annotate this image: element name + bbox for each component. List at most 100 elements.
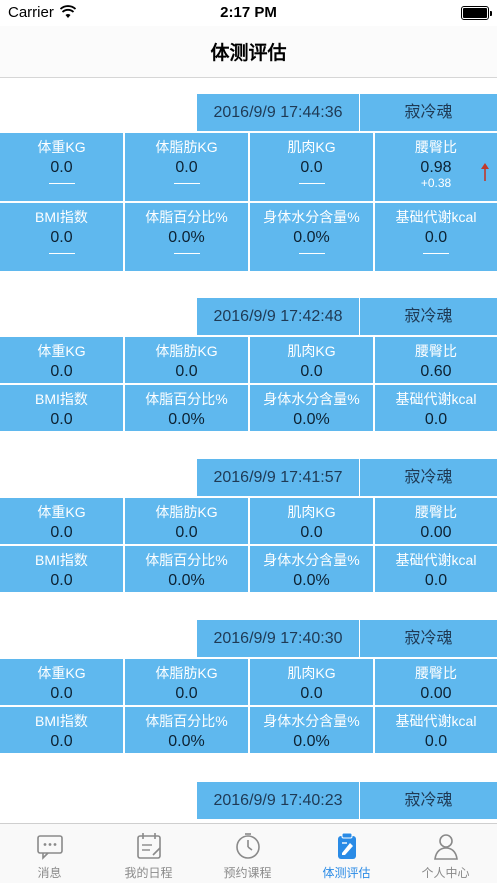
tab-label: 我的日程 — [124, 866, 173, 880]
bmi-value: 0.0 — [50, 572, 73, 589]
fat-pct-cell: 体脂百分比% 0.0% — [125, 385, 248, 431]
water-pct-cell: 身体水分含量% 0.0% — [250, 385, 373, 431]
body-fat-label: 体脂肪KG — [155, 665, 218, 681]
muscle-label: 肌肉KG — [287, 343, 336, 359]
navigation-bar: 体测评估 — [0, 26, 497, 78]
body-fat-cell: 体脂肪KG 0.0 — [125, 337, 248, 383]
weight-cell: 体重KG 0.0 — [0, 133, 123, 201]
bmr-label: 基础代谢kcal — [395, 391, 477, 407]
record-user-name: 寂冷魂 — [404, 308, 453, 325]
body-fat-value: 0.0 — [175, 363, 198, 380]
water-pct-label: 身体水分含量% — [263, 713, 360, 729]
muscle-label: 肌肉KG — [287, 665, 336, 681]
weight-cell: 体重KG 0.0 — [0, 659, 123, 705]
weight-value: 0.0 — [50, 685, 73, 702]
record-user-name: 寂冷魂 — [404, 792, 453, 809]
whr-label: 腰臀比 — [415, 139, 457, 155]
bmr-label: 基础代谢kcal — [395, 209, 477, 225]
whr-value: 0.00 — [420, 685, 452, 702]
water-pct-cell: 身体水分含量% 0.0% — [250, 546, 373, 592]
chat-icon — [36, 835, 63, 860]
whr-cell: 腰臀比 0.98 +0.38 — [375, 133, 497, 201]
body-fat-value: 0.0 — [175, 159, 198, 176]
tab-messages[interactable]: 消息 — [0, 824, 99, 883]
fat-pct-label: 体脂百分比% — [145, 209, 228, 225]
water-pct-value: 0.0% — [293, 411, 330, 428]
muscle-value: 0.0 — [300, 363, 323, 380]
body-fat-cell: 体脂肪KG 0.0 — [125, 133, 248, 201]
water-pct-label: 身体水分含量% — [263, 552, 360, 568]
water-pct-label: 身体水分含量% — [263, 209, 360, 225]
bmr-value: 0.0 — [424, 572, 448, 589]
whr-delta: +0.38 — [420, 176, 452, 190]
tab-schedule[interactable]: 我的日程 — [99, 824, 198, 883]
record-header: 2016/9/9 17:42:48 寂冷魂 — [197, 298, 497, 335]
muscle-value: 0.0 — [300, 159, 323, 176]
whr-cell: 腰臀比 0.00 — [375, 659, 497, 705]
muscle-label: 肌肉KG — [287, 139, 336, 155]
tab-label: 个人中心 — [421, 866, 470, 880]
water-pct-value: 0.0% — [293, 572, 330, 589]
body-fat-label: 体脂肪KG — [155, 343, 218, 359]
record-header: 2016/9/9 17:40:30 寂冷魂 — [197, 620, 497, 657]
body-fat-value: 0.0 — [175, 685, 198, 702]
arrow-up-icon — [481, 163, 489, 181]
bmi-value: 0.0 — [50, 733, 73, 750]
bmr-cell: 基础代谢kcal 0.0 — [375, 546, 497, 592]
tab-label: 体测评估 — [322, 866, 371, 880]
fat-pct-cell: 体脂百分比% 0.0% — [125, 546, 248, 592]
tab-profile[interactable]: 个人中心 — [396, 824, 495, 883]
weight-cell: 体重KG 0.0 — [0, 498, 123, 544]
muscle-label: 肌肉KG — [287, 504, 336, 520]
whr-cell: 腰臀比 0.00 — [375, 498, 497, 544]
whr-label: 腰臀比 — [415, 504, 457, 520]
water-pct-value: 0.0% — [293, 733, 330, 750]
clock: 2:17 PM — [220, 4, 277, 21]
bmr-label: 基础代谢kcal — [395, 713, 477, 729]
assessment-icon — [337, 832, 356, 859]
bmr-value: 0.0 — [424, 733, 448, 750]
weight-value: 0.0 — [50, 159, 73, 176]
page-title: 体测评估 — [210, 43, 287, 64]
water-pct-cell: 身体水分含量% 0.0% — [250, 707, 373, 753]
trend-dash — [298, 183, 325, 184]
body-fat-value: 0.0 — [175, 524, 198, 541]
tab-booking[interactable]: 预约课程 — [198, 824, 297, 883]
status-bar: Carrier 2:17 PM — [0, 0, 497, 26]
bmr-cell: 基础代谢kcal 0.0 — [375, 707, 497, 753]
trend-dash — [173, 253, 200, 254]
trend-dash — [48, 183, 75, 184]
tab-label: 预约课程 — [223, 866, 272, 880]
tab-bar: 消息 我的日程 预约课程 体测评估 个人中心 — [0, 823, 497, 883]
tab-assessment[interactable]: 体测评估 — [297, 824, 396, 883]
fat-pct-value: 0.0% — [168, 229, 205, 246]
record-user-name: 寂冷魂 — [404, 469, 453, 486]
muscle-value: 0.0 — [300, 524, 323, 541]
bmi-label: BMI指数 — [35, 713, 88, 729]
bmi-label: BMI指数 — [35, 391, 88, 407]
water-pct-cell: 身体水分含量% 0.0% — [250, 203, 373, 271]
stopwatch-icon — [235, 833, 260, 859]
weight-value: 0.0 — [50, 524, 73, 541]
bmi-label: BMI指数 — [35, 209, 88, 225]
bmi-cell: BMI指数 0.0 — [0, 385, 123, 431]
fat-pct-label: 体脂百分比% — [145, 391, 228, 407]
whr-cell: 腰臀比 0.60 — [375, 337, 497, 383]
bmr-cell: 基础代谢kcal 0.0 — [375, 203, 497, 271]
bmi-cell: BMI指数 0.0 — [0, 707, 123, 753]
weight-value: 0.0 — [50, 363, 73, 380]
bmr-cell: 基础代谢kcal 0.0 — [375, 385, 497, 431]
record-date: 2016/9/9 17:44:36 — [197, 94, 360, 131]
water-pct-label: 身体水分含量% — [263, 391, 360, 407]
bmi-cell: BMI指数 0.0 — [0, 203, 123, 271]
assessment-list[interactable]: 2016/9/9 17:44:36 寂冷魂 体重KG 0.0 体脂肪KG 0.0… — [0, 79, 497, 823]
battery-icon — [461, 6, 492, 20]
weight-label: 体重KG — [37, 504, 86, 520]
trend-dash — [173, 183, 200, 184]
body-fat-label: 体脂肪KG — [155, 139, 218, 155]
muscle-value: 0.0 — [300, 685, 323, 702]
record-date: 2016/9/9 17:40:30 — [197, 620, 360, 657]
muscle-cell: 肌肉KG 0.0 — [250, 659, 373, 705]
muscle-cell: 肌肉KG 0.0 — [250, 337, 373, 383]
record-date: 2016/9/9 17:40:23 — [197, 782, 360, 819]
